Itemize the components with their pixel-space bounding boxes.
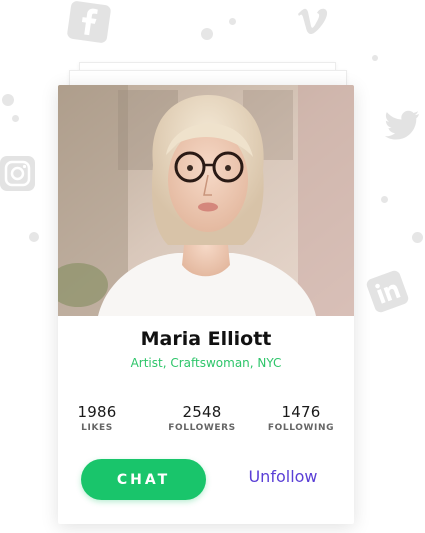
stat-value: 1476 (281, 403, 321, 421)
profile-card: Maria Elliott Artist, Craftswoman, NYC 1… (58, 85, 354, 524)
decorative-dot (372, 55, 378, 61)
facebook-icon (66, 0, 112, 44)
profile-photo (58, 85, 354, 316)
decorative-dot (229, 18, 236, 25)
decorative-dot (412, 232, 423, 243)
stat-likes: 1986 LIKES (58, 403, 152, 433)
profile-role: Artist, Craftswoman, NYC (130, 356, 282, 370)
stat-following: 1476 FOLLOWING (246, 403, 354, 433)
stat-value: 2548 (182, 403, 222, 421)
decorative-dot (12, 115, 19, 122)
chat-button[interactable]: CHAT (81, 459, 206, 500)
decorative-dot (2, 94, 14, 106)
decorative-dot (29, 232, 39, 242)
stat-label: LIKES (81, 423, 113, 433)
vimeo-icon (296, 4, 330, 36)
stat-label: FOLLOWERS (168, 423, 236, 433)
stat-label: FOLLOWING (267, 423, 335, 433)
stat-value: 1986 (77, 403, 117, 421)
decorative-dot (381, 196, 388, 203)
decorative-dot (201, 28, 213, 40)
unfollow-link[interactable]: Unfollow (238, 467, 328, 486)
profile-stats: 1986 LIKES 2548 FOLLOWERS 1476 FOLLOWING (58, 403, 354, 443)
instagram-icon (0, 156, 35, 191)
linkedin-icon (365, 269, 410, 314)
stat-followers: 2548 FOLLOWERS (147, 403, 257, 433)
twitter-icon (385, 110, 421, 140)
profile-name: Maria Elliott (140, 328, 272, 350)
